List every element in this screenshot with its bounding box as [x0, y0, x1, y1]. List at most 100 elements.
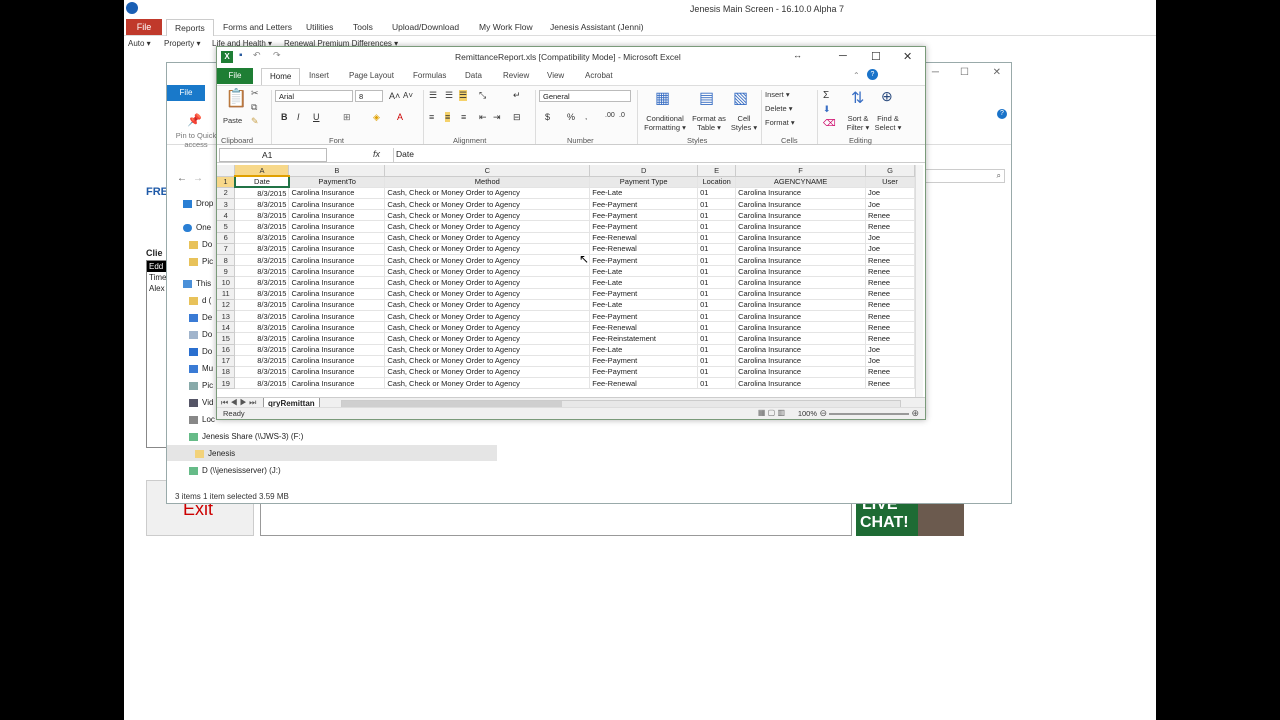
pin-quick-access-label[interactable]: Pin to Quick access [171, 131, 221, 149]
data-cell[interactable]: 8/3/2015 [234, 332, 290, 345]
data-cell[interactable]: 8/3/2015 [234, 355, 290, 367]
data-cell[interactable]: 01 [697, 265, 737, 278]
client-list-item[interactable]: Edd [147, 261, 167, 272]
data-cell[interactable]: Cash, Check or Money Order to Agency [384, 209, 591, 222]
data-cell[interactable]: Joe [865, 344, 915, 356]
data-cell[interactable]: 01 [697, 321, 737, 334]
data-cell[interactable]: Joe [865, 355, 915, 367]
header-cell[interactable]: Method [384, 176, 591, 188]
data-cell[interactable]: Carolina Insurance [735, 187, 866, 200]
data-cell[interactable]: 01 [697, 355, 737, 367]
fill-color-icon[interactable]: ◈ [373, 112, 380, 123]
menu-utilities[interactable]: Utilities [306, 22, 333, 32]
insert-cells-button[interactable]: Insert ▾ [765, 90, 790, 99]
formula-input[interactable]: Date [393, 148, 921, 162]
wrap-text-icon[interactable]: ↵ [513, 90, 521, 101]
header-cell[interactable]: Location [697, 176, 737, 188]
data-cell[interactable]: 8/3/2015 [234, 288, 290, 300]
data-cell[interactable]: Fee-Payment [589, 209, 699, 222]
data-cell[interactable]: Fee-Payment [589, 220, 699, 233]
data-cell[interactable]: Renee [865, 276, 915, 289]
data-cell[interactable]: Fee-Payment [589, 198, 699, 211]
data-cell[interactable]: 01 [697, 209, 737, 222]
data-cell[interactable]: Carolina Insurance [288, 209, 386, 222]
name-box[interactable]: A1 [219, 148, 327, 162]
clear-icon[interactable]: ⌫ [823, 118, 836, 129]
nav-item-docs[interactable]: Do [189, 330, 212, 339]
format-painter-icon[interactable]: ✎ [251, 116, 259, 127]
row-number[interactable]: 1 [217, 176, 236, 188]
row-number[interactable]: 9 [217, 265, 236, 278]
data-cell[interactable]: Carolina Insurance [735, 198, 866, 211]
tab-insert[interactable]: Insert [309, 71, 329, 80]
data-cell[interactable]: 01 [697, 366, 737, 379]
paste-icon[interactable]: 📋 [225, 88, 247, 109]
nav-item-local-disk[interactable]: Loc [189, 415, 215, 424]
data-cell[interactable]: Carolina Insurance [735, 243, 866, 256]
data-cell[interactable]: Carolina Insurance [735, 299, 866, 311]
excel-help-icon[interactable]: ? [867, 69, 878, 80]
row-number[interactable]: 17 [217, 355, 236, 367]
data-cell[interactable]: Cash, Check or Money Order to Agency [384, 366, 591, 379]
data-cell[interactable]: Carolina Insurance [735, 332, 866, 345]
data-cell[interactable]: 01 [697, 310, 737, 323]
column-header-b[interactable]: B [288, 165, 386, 177]
data-cell[interactable]: Renee [865, 377, 915, 390]
row-number[interactable]: 18 [217, 366, 236, 379]
menu-my-work-flow[interactable]: My Work Flow [479, 22, 533, 32]
data-cell[interactable]: Carolina Insurance [735, 220, 866, 233]
data-cell[interactable]: Carolina Insurance [735, 265, 866, 278]
data-cell[interactable]: Carolina Insurance [288, 355, 386, 367]
data-cell[interactable]: Fee-Renewal [589, 232, 699, 244]
align-top-icon[interactable]: ☰ [429, 90, 437, 101]
bold-button[interactable]: B [281, 112, 288, 122]
row-number[interactable]: 14 [217, 321, 236, 334]
client-list[interactable]: Edd Time Alex [146, 260, 168, 448]
excel-minimize-button[interactable]: ─ [839, 50, 847, 62]
data-cell[interactable]: Carolina Insurance [288, 265, 386, 278]
nav-item-downloads[interactable]: Do [189, 347, 212, 356]
worksheet-grid[interactable]: ABCDEFG 1 Date PaymentTo Method Payment Type… [217, 165, 915, 397]
row-number[interactable]: 3 [217, 198, 236, 211]
column-header-f[interactable]: F [735, 165, 866, 177]
conditional-formatting-button[interactable]: Conditional Formatting ▾ [641, 114, 689, 132]
cell-styles-button[interactable]: Cell Styles ▾ [729, 114, 759, 132]
vertical-scrollbar[interactable] [915, 165, 923, 397]
explorer-search-input[interactable]: ⌕ [925, 169, 1005, 183]
data-cell[interactable]: Carolina Insurance [288, 232, 386, 244]
excel-close-button[interactable]: ✕ [903, 50, 912, 63]
number-format-select[interactable]: General [539, 90, 631, 102]
italic-button[interactable]: I [297, 112, 300, 122]
data-cell[interactable]: Renee [865, 321, 915, 334]
percent-icon[interactable]: % [567, 112, 575, 122]
data-cell[interactable]: 8/3/2015 [234, 220, 290, 233]
data-cell[interactable]: Joe [865, 187, 915, 200]
data-cell[interactable]: Renee [865, 254, 915, 267]
save-icon[interactable]: ▪ [239, 50, 243, 61]
data-cell[interactable]: 01 [697, 243, 737, 256]
row-number[interactable]: 12 [217, 299, 236, 311]
data-cell[interactable]: Cash, Check or Money Order to Agency [384, 355, 591, 367]
data-cell[interactable]: 8/3/2015 [234, 198, 290, 211]
nav-item-videos[interactable]: Vid [189, 398, 213, 407]
data-cell[interactable]: Carolina Insurance [288, 377, 386, 390]
data-cell[interactable]: Fee-Late [589, 265, 699, 278]
font-size-select[interactable]: 8 [355, 90, 383, 102]
data-cell[interactable]: Joe [865, 198, 915, 211]
row-number[interactable]: 19 [217, 377, 236, 390]
nav-item-this-pc[interactable]: This [183, 279, 211, 288]
column-header-e[interactable]: E [697, 165, 737, 177]
data-cell[interactable]: Fee-Payment [589, 288, 699, 300]
row-number[interactable]: 10 [217, 276, 236, 289]
data-cell[interactable]: 8/3/2015 [234, 276, 290, 289]
data-cell[interactable]: Fee-Payment [589, 355, 699, 367]
decrease-decimal-icon[interactable]: .0 [619, 112, 625, 119]
nav-item-jenesis-folder[interactable]: Jenesis [195, 449, 235, 458]
data-cell[interactable]: Cash, Check or Money Order to Agency [384, 299, 591, 311]
data-cell[interactable]: Fee-Payment [589, 310, 699, 323]
data-cell[interactable]: Carolina Insurance [735, 321, 866, 334]
borders-icon[interactable]: ⊞ [343, 112, 351, 123]
data-cell[interactable]: 01 [697, 344, 737, 356]
data-cell[interactable]: Fee-Payment [589, 254, 699, 267]
binoculars-icon[interactable]: ⊕ [881, 88, 893, 105]
